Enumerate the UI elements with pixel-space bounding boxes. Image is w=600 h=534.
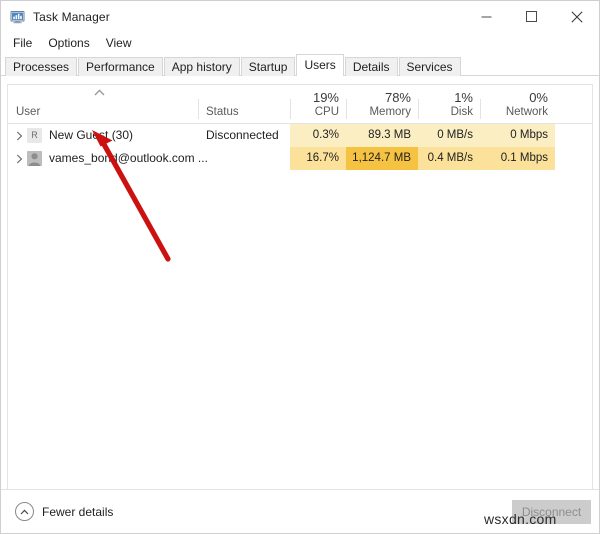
menu-options[interactable]: Options — [43, 33, 98, 53]
watermark: wsxdn.com — [484, 511, 557, 527]
column-header-memory[interactable]: 78% Memory — [346, 85, 418, 123]
column-header-disk[interactable]: 1% Disk — [418, 85, 480, 123]
avatar — [27, 151, 42, 166]
cell-status — [198, 147, 290, 170]
cell-disk: 0.4 MB/s — [418, 147, 480, 170]
cell-cpu: 16.7% — [290, 147, 346, 170]
table-row[interactable]: vames_bond@outlook.com ... 16.7% 1,124.7… — [8, 147, 592, 170]
user-name: vames_bond@outlook.com ... — [49, 151, 208, 165]
disk-total-percent: 1% — [454, 90, 473, 105]
list-body: R New Guest (30) Disconnected 0.3% 89.3 … — [8, 124, 592, 489]
maximize-icon — [526, 11, 537, 22]
column-header-status-label: Status — [206, 106, 239, 118]
cell-network: 0 Mbps — [480, 124, 555, 147]
tab-startup[interactable]: Startup — [240, 57, 296, 76]
cell-status: Disconnected — [206, 128, 279, 142]
tab-services[interactable]: Services — [398, 57, 461, 76]
window-controls — [464, 1, 599, 32]
close-button[interactable] — [554, 1, 599, 32]
cell-disk: 0 MB/s — [418, 124, 480, 147]
cell-memory: 89.3 MB — [346, 124, 418, 147]
tab-strip: Processes Performance App history Startu… — [1, 54, 599, 76]
column-header-cpu-label: CPU — [314, 106, 339, 118]
maximize-button[interactable] — [509, 1, 554, 32]
user-name: New Guest (30) — [49, 128, 134, 142]
column-header-user-label: User — [16, 106, 41, 118]
cpu-total-percent: 19% — [312, 90, 339, 105]
minimize-icon — [481, 16, 492, 18]
column-header-disk-label: Disk — [450, 106, 473, 118]
cell-user[interactable]: vames_bond@outlook.com ... — [8, 147, 208, 170]
task-manager-window: Task Manager File Options View Processes… — [0, 0, 600, 534]
tab-processes[interactable]: Processes — [5, 57, 78, 76]
fewer-details-button[interactable]: Fewer details — [15, 502, 113, 521]
chevron-up-circle-icon — [15, 502, 34, 521]
close-icon — [570, 10, 583, 23]
column-header-memory-label: Memory — [369, 106, 411, 118]
tab-performance[interactable]: Performance — [78, 57, 163, 76]
tab-users[interactable]: Users — [296, 54, 344, 76]
column-header-status[interactable]: Status — [198, 85, 290, 123]
tab-app-history[interactable]: App history — [163, 57, 240, 76]
chevron-right-icon[interactable] — [12, 131, 27, 141]
avatar: R — [27, 128, 42, 143]
column-header-network-label: Network — [505, 106, 548, 118]
cell-network: 0.1 Mbps — [480, 147, 555, 170]
table-row[interactable]: R New Guest (30) Disconnected 0.3% 89.3 … — [8, 124, 592, 147]
users-list: User Status 19% CPU 78% Memory 1% Disk 0… — [7, 84, 593, 489]
column-header-user[interactable]: User — [8, 85, 198, 123]
title-bar: Task Manager — [1, 1, 599, 32]
chevron-right-icon[interactable] — [12, 154, 27, 164]
fewer-details-label: Fewer details — [42, 504, 114, 519]
cell-user[interactable]: R New Guest (30) — [8, 124, 198, 147]
task-manager-icon — [10, 9, 26, 25]
minimize-button[interactable] — [464, 1, 509, 32]
sort-ascending-icon — [94, 87, 105, 96]
column-header-cpu[interactable]: 19% CPU — [290, 85, 346, 123]
menu-view[interactable]: View — [101, 33, 141, 53]
menu-file[interactable]: File — [8, 33, 41, 53]
column-header-network[interactable]: 0% Network — [480, 85, 555, 123]
window-title: Task Manager — [33, 9, 110, 24]
users-pane: User Status 19% CPU 78% Memory 1% Disk 0… — [1, 76, 599, 489]
menu-bar: File Options View — [1, 32, 599, 54]
memory-total-percent: 78% — [384, 90, 411, 105]
list-header: User Status 19% CPU 78% Memory 1% Disk 0… — [8, 85, 592, 124]
cell-cpu: 0.3% — [290, 124, 346, 147]
cell-memory: 1,124.7 MB — [346, 147, 418, 170]
network-total-percent: 0% — [529, 90, 548, 105]
tab-details[interactable]: Details — [344, 57, 398, 76]
